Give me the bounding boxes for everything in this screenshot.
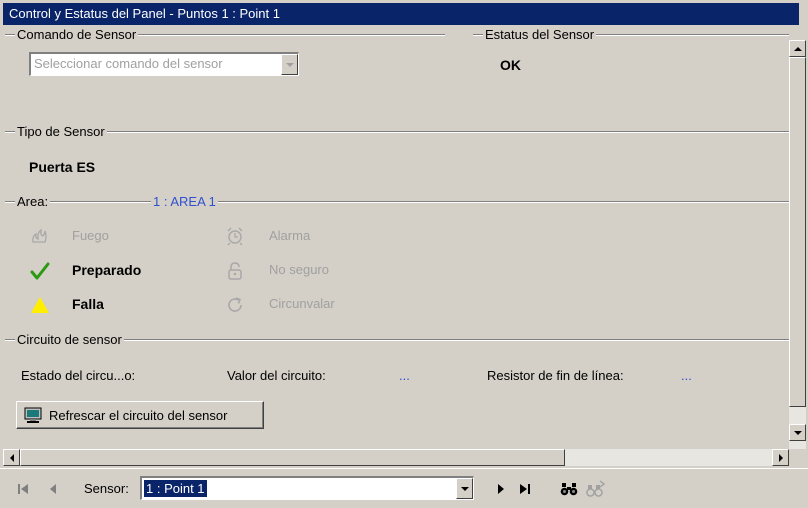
monitor-icon <box>23 406 43 424</box>
scroll-right-button[interactable] <box>772 449 789 466</box>
area-divider <box>5 201 789 203</box>
ready-label: Preparado <box>72 262 142 278</box>
chevron-down-icon <box>793 430 802 435</box>
panel-content: Comando de Sensor Seleccionar comando de… <box>3 27 789 449</box>
bypass-label: Circunvalar <box>269 296 335 311</box>
circuit-value: ... <box>399 368 410 383</box>
sensor-command-dropdown-button[interactable] <box>281 54 298 75</box>
area-legend: Area: <box>15 194 51 210</box>
sensor-dropdown-button[interactable] <box>456 478 473 499</box>
eol-resistor-label: Resistor de fin de línea: <box>487 368 624 383</box>
circuit-legend: Circuito de sensor <box>15 332 124 348</box>
unlock-icon <box>224 260 246 282</box>
chevron-left-icon <box>9 453 14 462</box>
record-navigation-bar: Sensor: 1 : Point 1 <box>0 468 808 508</box>
scroll-up-button[interactable] <box>789 40 806 57</box>
binoculars-icon[interactable] <box>559 480 579 498</box>
refresh-circuit-label: Refrescar el circuito del sensor <box>49 408 228 423</box>
sensor-command-select[interactable]: Seleccionar comando del sensor <box>29 52 299 76</box>
window-title: Control y Estatus del Panel - Puntos 1 :… <box>3 3 799 25</box>
sensor-status-legend: Estatus del Sensor <box>483 27 597 43</box>
sensor-status-value: OK <box>500 57 521 73</box>
chevron-up-icon <box>793 46 802 51</box>
find-next-icon[interactable] <box>585 478 607 500</box>
sensor-type-value: Puerta ES <box>29 159 96 175</box>
alarm-label: Alarma <box>269 228 311 243</box>
next-record-icon[interactable] <box>494 481 508 497</box>
horizontal-scrollbar[interactable] <box>3 449 789 466</box>
circuit-value-label: Valor del circuito: <box>227 368 326 383</box>
vertical-scroll-thumb[interactable] <box>789 57 806 407</box>
sensor-select-value: 1 : Point 1 <box>144 480 207 497</box>
scroll-down-button[interactable] <box>789 424 806 441</box>
area-value: 1 : AREA 1 <box>151 194 218 210</box>
sensor-select[interactable]: 1 : Point 1 <box>140 476 474 500</box>
bypass-icon <box>224 294 246 316</box>
last-record-icon[interactable] <box>518 481 532 497</box>
sensor-command-select-value: Seleccionar comando del sensor <box>34 56 223 71</box>
previous-record-icon[interactable] <box>46 481 60 497</box>
fire-icon <box>29 226 49 246</box>
warning-triangle-icon <box>29 294 51 316</box>
alarm-clock-icon <box>224 225 246 247</box>
refresh-circuit-button[interactable]: Refrescar el circuito del sensor <box>16 401 264 429</box>
chevron-down-icon <box>460 486 469 491</box>
chevron-right-icon <box>778 453 783 462</box>
sensor-type-legend: Tipo de Sensor <box>15 124 107 140</box>
fire-label: Fuego <box>72 228 109 243</box>
vertical-scrollbar[interactable] <box>789 40 806 449</box>
circuit-state-label: Estado del circu...o: <box>21 368 136 383</box>
checkmark-icon <box>29 260 51 282</box>
sensor-type-divider <box>5 131 789 133</box>
horizontal-scroll-thumb[interactable] <box>20 449 565 466</box>
first-record-icon[interactable] <box>16 481 30 497</box>
eol-resistor-value: ... <box>681 368 692 383</box>
not-secure-label: No seguro <box>269 262 329 277</box>
sensor-nav-label: Sensor: <box>84 481 129 496</box>
chevron-down-icon <box>285 62 294 67</box>
fault-label: Falla <box>72 296 104 312</box>
scroll-left-button[interactable] <box>3 449 20 466</box>
sensor-command-legend: Comando de Sensor <box>15 27 139 43</box>
